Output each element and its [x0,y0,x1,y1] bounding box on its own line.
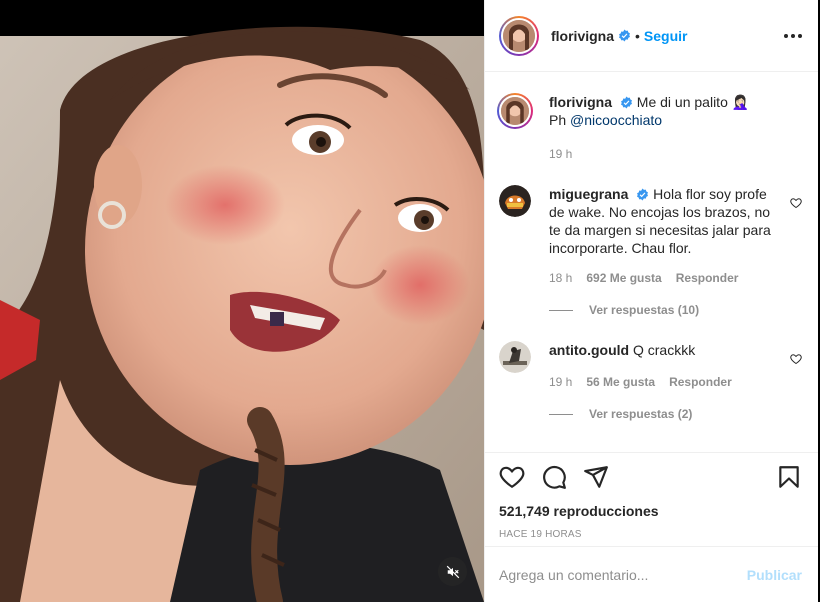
caption-author[interactable]: florivigna [549,94,612,110]
video-frame-illustration [0,0,484,602]
like-comment-heart-icon[interactable] [790,197,802,209]
follow-button[interactable]: Seguir [644,28,688,44]
separator-dot: • [635,27,640,44]
comment-author[interactable]: antito.gould [549,342,629,358]
caption-mention-link[interactable]: @nicoocchiato [570,112,662,128]
comment-timestamp[interactable]: 18 h [549,269,572,287]
add-comment-bar: Publicar [485,546,818,602]
comments-list[interactable]: florivigna Me di un palito 🤦🏻‍♀️ Ph @nic… [485,73,818,453]
verified-badge-icon [637,188,649,201]
author-avatar[interactable] [499,15,539,56]
comment-item: miguegrana Hola flor soy profe de wake. … [499,185,802,287]
caption-avatar[interactable] [497,93,533,129]
post-video[interactable] [0,0,484,602]
view-replies-button[interactable]: Ver respuestas (2) [549,407,802,421]
save-bookmark-icon[interactable] [776,464,802,490]
post-header: florivigna • Seguir [485,0,818,72]
post-side-panel: florivigna • Seguir florivigna Me di un … [484,0,818,602]
replies-divider-line [549,309,573,311]
view-replies-label: Ver respuestas (10) [589,303,700,317]
comment-bubble-icon[interactable] [541,464,567,490]
more-options-icon[interactable] [784,33,802,38]
comment-text: Q crackkk [632,342,696,358]
caption-credit-prefix: Ph [549,112,567,128]
view-replies-label: Ver respuestas (2) [589,407,693,421]
comment-likes-count[interactable]: 56 Me gusta [586,373,655,391]
instagram-post-modal: florivigna • Seguir florivigna Me di un … [0,0,820,602]
verified-badge-icon [620,96,632,109]
verified-badge-icon [619,29,630,42]
reply-button[interactable]: Responder [676,269,739,287]
caption-timestamp[interactable]: 19 h [549,145,572,163]
author-username[interactable]: florivigna [551,28,614,44]
post-actions-bar: 521,749 reproducciones HACE 19 HORAS [485,452,818,546]
comment-input[interactable] [499,566,747,583]
comment-author[interactable]: miguegrana [549,186,628,202]
muted-speaker-icon [446,565,459,578]
view-replies-button[interactable]: Ver respuestas (10) [549,303,802,317]
replies-divider-line [549,413,573,415]
views-count[interactable]: 521,749 reproducciones [499,503,802,519]
comment-item: antito.gould Q crackkk 19 h 56 Me gusta … [499,341,802,391]
post-timestamp[interactable]: HACE 19 HORAS [499,529,802,540]
commenter-avatar[interactable] [499,185,531,217]
like-comment-heart-icon[interactable] [790,353,802,365]
like-heart-icon[interactable] [499,464,525,490]
mute-button[interactable] [438,557,467,586]
post-caption: florivigna Me di un palito 🤦🏻‍♀️ Ph @nic… [497,93,802,163]
commenter-avatar[interactable] [499,341,531,373]
reply-button[interactable]: Responder [669,373,732,391]
comment-likes-count[interactable]: 692 Me gusta [586,269,661,287]
facepalm-emoji: 🤦🏻‍♀️ [731,94,750,110]
comment-timestamp[interactable]: 19 h [549,373,572,391]
publish-button[interactable]: Publicar [747,567,802,583]
share-paper-plane-icon[interactable] [583,464,609,490]
caption-text: Me di un palito [636,94,728,110]
